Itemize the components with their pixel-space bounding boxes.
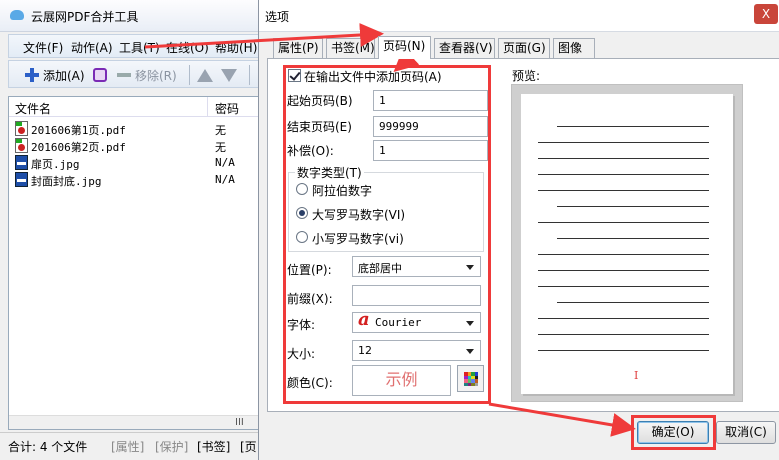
menu-tools[interactable]: 工具(T)	[119, 39, 160, 56]
tab-page-numbers[interactable]: 页码(N)	[378, 36, 431, 59]
menu-online[interactable]: 在线(O)	[166, 39, 209, 56]
scroll-grip: III	[235, 417, 244, 428]
main-title-bar: 云展网PDF合并工具	[0, 0, 262, 32]
arrow-down-icon	[221, 68, 237, 82]
square-icon	[93, 68, 107, 82]
preview-text-line	[538, 254, 709, 255]
preview-page: I	[521, 94, 733, 394]
preview-text-line	[557, 126, 709, 127]
preview-text-line	[557, 238, 709, 239]
picture-icon	[15, 172, 28, 187]
arrow-up-icon	[197, 68, 213, 82]
table-row[interactable]: 201606第2页.pdf 无	[9, 137, 261, 155]
preview-text-line	[538, 222, 709, 223]
preview-text-line	[538, 334, 709, 335]
dialog-title-bar: 选项 X	[259, 0, 779, 32]
plus-icon	[25, 68, 39, 82]
column-password[interactable]: 密码	[215, 100, 239, 117]
move-up-button[interactable]	[197, 65, 213, 85]
file-password: N/A	[215, 156, 235, 169]
status-bar: 合计: 4 个文件 [属性] [保护] [书签] [页	[0, 432, 262, 460]
properties-button[interactable]	[93, 65, 107, 85]
file-name: 201606第2页.pdf	[31, 141, 126, 154]
table-row[interactable]: 封面封底.jpg N/A	[9, 171, 261, 189]
toolbar-separator	[249, 65, 250, 85]
tab-page[interactable]: 页面(G)	[498, 38, 550, 58]
file-password: 无	[215, 141, 226, 154]
main-window: 云展网PDF合并工具 文件(F) 动作(A) 工具(T) 在线(O) 帮助(H)…	[0, 0, 262, 460]
table-row[interactable]: 扉页.jpg N/A	[9, 154, 261, 172]
menu-bar: 文件(F) 动作(A) 工具(T) 在线(O) 帮助(H)	[8, 34, 262, 58]
move-down-button[interactable]	[221, 65, 237, 85]
file-password: N/A	[215, 173, 235, 186]
file-name: 201606第1页.pdf	[31, 124, 126, 137]
preview-text-line	[557, 206, 709, 207]
column-filename[interactable]: 文件名	[15, 100, 51, 117]
status-attr: [属性]	[111, 440, 145, 454]
annotation-ok-highlight	[631, 415, 716, 450]
picture-icon	[15, 155, 28, 170]
column-divider[interactable]	[207, 97, 208, 117]
add-button[interactable]: 添加(A)	[25, 65, 85, 85]
preview-text-line	[538, 174, 709, 175]
preview-text-line	[538, 190, 709, 191]
minus-icon	[117, 73, 131, 77]
preview-frame: I	[511, 84, 743, 402]
add-button-label: 添加(A)	[43, 68, 85, 83]
annotation-highlight-box	[283, 65, 491, 404]
status-page: [页	[240, 440, 257, 454]
table-row[interactable]: 201606第1页.pdf 无	[9, 120, 261, 138]
status-bookmark: [书签]	[197, 440, 231, 454]
preview-label: 预览:	[512, 69, 541, 83]
tab-image[interactable]: 图像	[553, 38, 595, 58]
file-list[interactable]: 文件名 密码 201606第1页.pdf 无 201606第2页.pdf 无 扉…	[8, 96, 262, 430]
preview-text-line	[538, 270, 709, 271]
cloud-icon	[10, 10, 24, 20]
file-name: 扉页.jpg	[31, 158, 80, 171]
pdf-icon	[15, 121, 28, 136]
tab-bookmarks[interactable]: 书签(M)	[326, 38, 375, 58]
preview-text-line	[557, 302, 709, 303]
preview-page-number: I	[634, 369, 639, 382]
file-list-header: 文件名 密码	[9, 97, 261, 117]
preview-text-line	[538, 318, 709, 319]
pdf-icon	[15, 138, 28, 153]
menu-help[interactable]: 帮助(H)	[215, 39, 257, 56]
tab-viewer[interactable]: 查看器(V)	[434, 38, 495, 58]
tab-properties[interactable]: 属性(P)	[273, 38, 323, 58]
remove-button-label: 移除(R)	[135, 68, 177, 83]
preview-text-line	[538, 350, 709, 351]
preview-text-line	[538, 286, 709, 287]
main-window-title: 云展网PDF合并工具	[31, 10, 139, 24]
status-total: 合计: 4 个文件	[8, 440, 88, 454]
preview-text-line	[538, 142, 709, 143]
status-protect: [保护]	[155, 440, 189, 454]
dialog-title: 选项	[265, 10, 290, 24]
preview-text-line	[538, 158, 709, 159]
menu-file[interactable]: 文件(F)	[23, 39, 63, 56]
remove-button[interactable]: 移除(R)	[117, 65, 177, 85]
file-name: 封面封底.jpg	[31, 175, 102, 188]
cancel-button[interactable]: 取消(C)	[716, 421, 776, 444]
toolbar: 添加(A) 移除(R)	[8, 60, 262, 88]
close-button[interactable]: X	[754, 4, 778, 24]
menu-action[interactable]: 动作(A)	[71, 39, 113, 56]
horizontal-scrollbar[interactable]: III	[9, 415, 261, 429]
toolbar-separator	[189, 65, 190, 85]
file-password: 无	[215, 124, 226, 137]
